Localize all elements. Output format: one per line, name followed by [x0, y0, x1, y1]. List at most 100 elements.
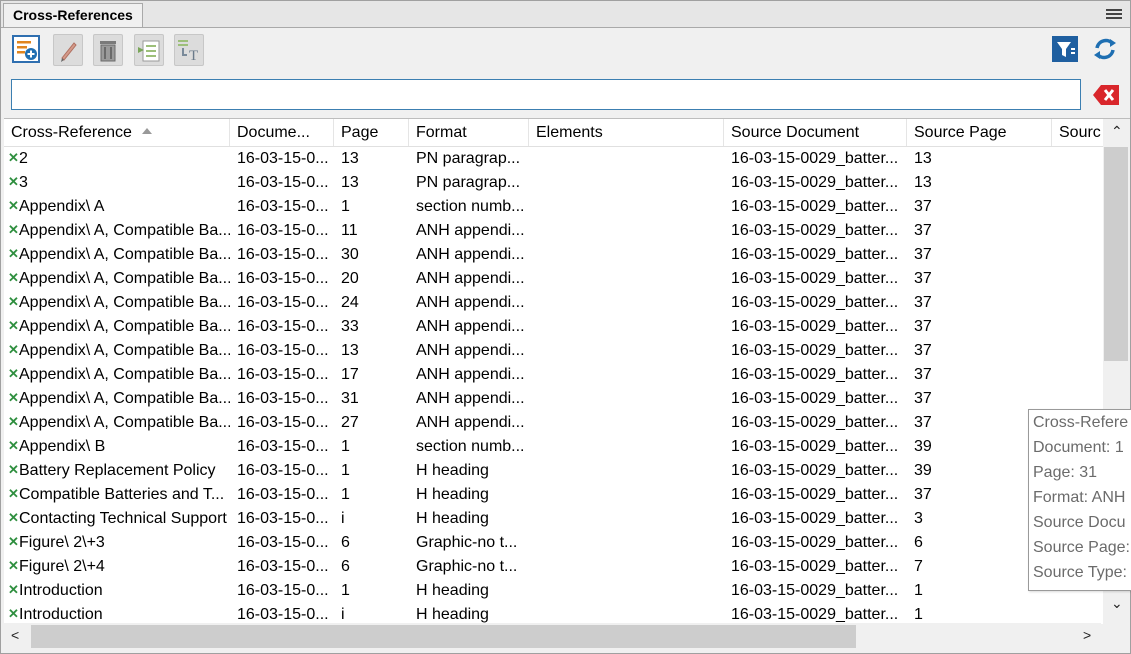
- cell-source-page: 13: [914, 174, 932, 191]
- column-header-page[interactable]: Page: [334, 119, 409, 146]
- table-row[interactable]: ✕ Appendix\ A 16-03-15-0... 1 section numb..…: [4, 195, 1102, 219]
- cell-source-page: 37: [914, 294, 932, 311]
- column-header-document[interactable]: Docume...: [230, 119, 334, 146]
- table-header: Cross-Reference Docume... Page Format El…: [4, 119, 1104, 147]
- cell-elements: [536, 243, 721, 267]
- horizontal-scrollbar[interactable]: < >: [4, 623, 1101, 650]
- cell-source-document: 16-03-15-0029_batter...: [731, 438, 899, 455]
- table-row[interactable]: ✕ Appendix\ A, Compatible Ba... 16-03-15-0…: [4, 387, 1102, 411]
- table-row[interactable]: ✕ Battery Replacement Policy 16-03-15-0...…: [4, 459, 1102, 483]
- delete-button[interactable]: [93, 34, 123, 66]
- cell-elements: [536, 459, 721, 483]
- tab-cross-references[interactable]: Cross-References: [3, 3, 143, 27]
- table-row[interactable]: ✕ Appendix\ A, Compatible Ba... 16-03-15-0…: [4, 291, 1102, 315]
- table-row[interactable]: ✕ Appendix\ A, Compatible Ba... 16-03-15-0…: [4, 339, 1102, 363]
- convert-to-text-button[interactable]: T: [174, 34, 204, 66]
- cell-format: H heading: [416, 486, 489, 503]
- cell-source-document: 16-03-15-0029_batter...: [731, 222, 899, 239]
- cell-page: i: [341, 606, 345, 623]
- cell-format: PN paragrap...: [416, 174, 521, 191]
- filter-icon: [1052, 36, 1078, 62]
- insert-cross-reference-button[interactable]: [12, 34, 40, 64]
- panel-menu-icon[interactable]: [1106, 9, 1122, 21]
- cell-cross-reference: Appendix\ A: [19, 198, 105, 215]
- table-row[interactable]: ✕ Figure\ 2\+4 16-03-15-0... 6 Graphic-no t.…: [4, 555, 1102, 579]
- cell-elements: [536, 195, 721, 219]
- table-row[interactable]: ✕ Contacting Technical Support 16-03-15-0.…: [4, 507, 1102, 531]
- tooltip-line: Document: 1: [1033, 439, 1124, 456]
- cell-elements: [536, 339, 721, 363]
- table-row[interactable]: ✕ Appendix\ A, Compatible Ba... 16-03-15-0…: [4, 243, 1102, 267]
- column-header-cross-reference[interactable]: Cross-Reference: [4, 119, 230, 146]
- edit-button[interactable]: [53, 34, 83, 66]
- cell-document: 16-03-15-0...: [237, 294, 329, 311]
- column-header-format[interactable]: Format: [409, 119, 529, 146]
- cell-source-page: 6: [914, 534, 923, 551]
- cell-document: 16-03-15-0...: [237, 174, 329, 191]
- cell-source-document: 16-03-15-0029_batter...: [731, 318, 899, 335]
- vertical-scroll-thumb[interactable]: [1104, 147, 1128, 361]
- delete-trash-icon: [100, 41, 116, 62]
- cell-source-page: 37: [914, 486, 932, 503]
- column-header-source-document[interactable]: Source Document: [724, 119, 907, 146]
- cell-elements: [536, 147, 721, 171]
- table-row[interactable]: ✕ Appendix\ B 16-03-15-0... 1 section numb..…: [4, 435, 1102, 459]
- search-input[interactable]: [11, 79, 1081, 110]
- cell-source-document: 16-03-15-0029_batter...: [731, 270, 899, 287]
- table-row[interactable]: ✕ 3 16-03-15-0... 13 PN paragrap... 16-03-15-…: [4, 171, 1102, 195]
- table-row[interactable]: ✕ Appendix\ A, Compatible Ba... 16-03-15-0…: [4, 267, 1102, 291]
- cell-elements: [536, 291, 721, 315]
- cell-source-document: 16-03-15-0029_batter...: [731, 294, 899, 311]
- refresh-icon: [1094, 38, 1116, 60]
- cell-source-document: 16-03-15-0029_batter...: [731, 390, 899, 407]
- filter-button[interactable]: [1051, 34, 1079, 64]
- cell-page: 1: [341, 438, 350, 455]
- table-row[interactable]: ✕ Appendix\ A, Compatible Ba... 16-03-15-0…: [4, 219, 1102, 243]
- table-row[interactable]: ✕ Introduction 16-03-15-0... 1 H heading 16-0…: [4, 579, 1102, 603]
- cell-elements: [536, 435, 721, 459]
- table-body: ✕ 2 16-03-15-0... 13 PN paragrap... 16-03-15-…: [4, 147, 1102, 624]
- cell-source-document: 16-03-15-0029_batter...: [731, 558, 899, 575]
- cell-source-document: 16-03-15-0029_batter...: [731, 414, 899, 431]
- refresh-button[interactable]: [1091, 34, 1119, 64]
- update-source-button[interactable]: [134, 34, 164, 66]
- cell-source-document: 16-03-15-0029_batter...: [731, 486, 899, 503]
- cell-format: ANH appendi...: [416, 294, 525, 311]
- cell-format: Graphic-no t...: [416, 558, 518, 575]
- unresolved-xref-icon: ✕: [8, 222, 19, 237]
- cell-cross-reference: Appendix\ A, Compatible Ba...: [19, 246, 230, 263]
- sort-ascending-icon: [141, 127, 152, 134]
- cell-source-page: 37: [914, 390, 932, 407]
- cell-document: 16-03-15-0...: [237, 198, 329, 215]
- table-row[interactable]: ✕ Appendix\ A, Compatible Ba... 16-03-15-0…: [4, 315, 1102, 339]
- column-header-source-type[interactable]: Sourc: [1052, 119, 1104, 146]
- cell-page: 13: [341, 150, 359, 167]
- cell-elements: [536, 603, 721, 624]
- cell-document: 16-03-15-0...: [237, 534, 329, 551]
- column-header-source-page[interactable]: Source Page: [907, 119, 1052, 146]
- table-row[interactable]: ✕ Introduction 16-03-15-0... i H heading 16-0…: [4, 603, 1102, 624]
- table-row[interactable]: ✕ Appendix\ A, Compatible Ba... 16-03-15-0…: [4, 411, 1102, 435]
- unresolved-xref-icon: ✕: [8, 390, 19, 405]
- scroll-up-icon[interactable]: ⌃: [1111, 123, 1123, 140]
- table-row[interactable]: ✕ 2 16-03-15-0... 13 PN paragrap... 16-03-15-…: [4, 147, 1102, 171]
- scroll-left-icon[interactable]: <: [11, 627, 19, 643]
- table-row[interactable]: ✕ Appendix\ A, Compatible Ba... 16-03-15-0…: [4, 363, 1102, 387]
- cell-source-document: 16-03-15-0029_batter...: [731, 462, 899, 479]
- cell-page: 1: [341, 582, 350, 599]
- clear-search-button[interactable]: [1092, 82, 1120, 108]
- cell-document: 16-03-15-0...: [237, 390, 329, 407]
- scroll-right-icon[interactable]: >: [1083, 627, 1091, 643]
- cell-source-document: 16-03-15-0029_batter...: [731, 150, 899, 167]
- cell-source-document: 16-03-15-0029_batter...: [731, 246, 899, 263]
- tooltip-line: Format: ANH: [1033, 489, 1126, 506]
- cross-reference-table: Cross-Reference Docume... Page Format El…: [4, 118, 1130, 624]
- cell-page: i: [341, 510, 345, 527]
- cell-page: 6: [341, 558, 350, 575]
- cell-format: ANH appendi...: [416, 222, 525, 239]
- column-header-elements[interactable]: Elements: [529, 119, 724, 146]
- horizontal-scroll-thumb[interactable]: [31, 625, 856, 648]
- scroll-down-icon[interactable]: ⌄: [1111, 595, 1123, 612]
- table-row[interactable]: ✕ Compatible Batteries and T... 16-03-15-0…: [4, 483, 1102, 507]
- table-row[interactable]: ✕ Figure\ 2\+3 16-03-15-0... 6 Graphic-no t.…: [4, 531, 1102, 555]
